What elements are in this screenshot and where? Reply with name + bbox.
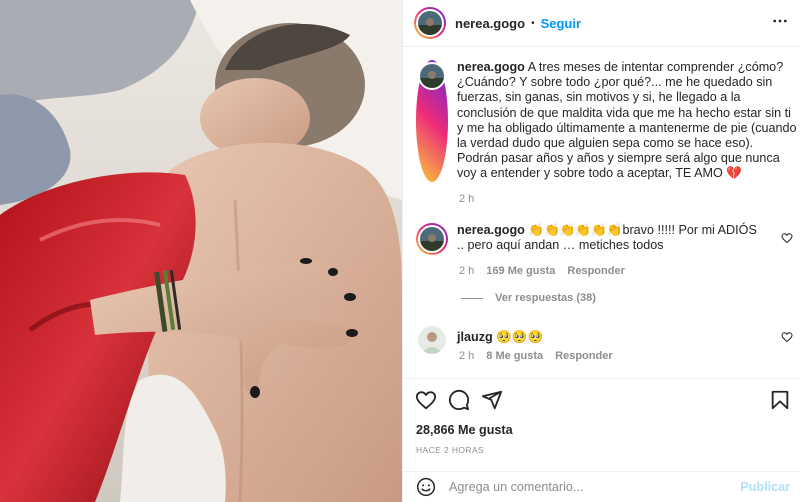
comment-meta: 2 h 169 Me gusta Responder <box>459 265 625 277</box>
post-photo[interactable] <box>0 0 402 502</box>
replies-divider <box>461 297 483 299</box>
comment-like-heart-icon[interactable] <box>781 331 793 343</box>
caption-meta: 2 h <box>459 193 474 205</box>
comment-avatar[interactable] <box>418 326 446 354</box>
comment-reply-button[interactable]: Responder <box>567 265 624 277</box>
caption-body: nerea.gogo A tres meses de intentar comp… <box>457 60 797 182</box>
follow-button[interactable]: Seguir <box>541 16 581 31</box>
share-icon[interactable] <box>481 389 503 411</box>
view-replies-label: Ver respuestas (38) <box>495 292 596 304</box>
header-separator: • <box>531 17 535 29</box>
more-horizontal-icon[interactable] <box>771 12 789 35</box>
emoji-icon[interactable] <box>416 477 436 497</box>
comment-body: nerea.gogo 👏👏👏👏👏👏bravo !!!!! Por mi ADIÓ… <box>457 223 767 255</box>
comment-reply-button[interactable]: Responder <box>555 350 612 362</box>
view-replies-button[interactable]: Ver respuestas (38) <box>461 292 596 304</box>
comment-icon[interactable] <box>448 389 470 411</box>
comment-author[interactable]: nerea.gogo <box>457 223 525 237</box>
post-side-panel: nerea.gogo • Seguir nerea.gogo A tres me… <box>402 0 800 502</box>
avatar-image <box>418 11 442 35</box>
instagram-post: nerea.gogo • Seguir nerea.gogo A tres me… <box>0 0 800 502</box>
post-actions: 28,866 Me gusta HACE 2 HORAS <box>403 378 800 455</box>
caption-time[interactable]: 2 h <box>459 193 474 205</box>
avatar-image <box>418 326 446 354</box>
comments-section[interactable]: nerea.gogo A tres meses de intentar comp… <box>403 48 800 378</box>
caption-text: A tres meses de intentar comprender ¿cóm… <box>457 60 797 181</box>
comment-avatar[interactable] <box>418 225 446 253</box>
heart-icon[interactable] <box>415 389 437 411</box>
avatar-image <box>420 64 444 88</box>
posted-time[interactable]: HACE 2 HORAS <box>416 445 484 455</box>
likes-count[interactable]: 28,866 Me gusta <box>416 423 513 437</box>
comment-time[interactable]: 2 h <box>459 265 474 277</box>
author-avatar[interactable] <box>416 9 444 37</box>
author-username[interactable]: nerea.gogo <box>455 16 525 31</box>
caption: nerea.gogo A tres meses de intentar comp… <box>416 60 797 182</box>
comment-author[interactable]: jlauzg <box>457 330 493 344</box>
comment-item: nerea.gogo 👏👏👏👏👏👏bravo !!!!! Por mi ADIÓ… <box>416 223 767 255</box>
avatar-image <box>420 227 444 251</box>
caption-avatar-ring[interactable] <box>416 60 448 182</box>
post-header: nerea.gogo • Seguir <box>403 0 800 47</box>
comment-input[interactable] <box>449 480 719 494</box>
comment-time[interactable]: 2 h <box>459 350 474 362</box>
comment-text: 🥺🥺🥺 <box>496 330 544 344</box>
author-avatar-ring[interactable] <box>414 7 446 39</box>
comment-avatar-ring[interactable] <box>416 223 448 255</box>
post-photo-image <box>0 0 402 502</box>
caption-author[interactable]: nerea.gogo <box>457 60 525 74</box>
bookmark-icon[interactable] <box>769 389 791 411</box>
action-icons <box>415 389 503 411</box>
comment-likes[interactable]: 169 Me gusta <box>486 265 555 277</box>
comment-like-heart-icon[interactable] <box>781 232 793 244</box>
caption-avatar[interactable] <box>418 62 446 90</box>
comment-meta: 2 h 8 Me gusta Responder <box>459 350 613 362</box>
publish-comment-button[interactable]: Publicar <box>740 480 790 494</box>
add-comment-bar: Publicar <box>403 471 800 502</box>
comment-likes[interactable]: 8 Me gusta <box>486 350 543 362</box>
